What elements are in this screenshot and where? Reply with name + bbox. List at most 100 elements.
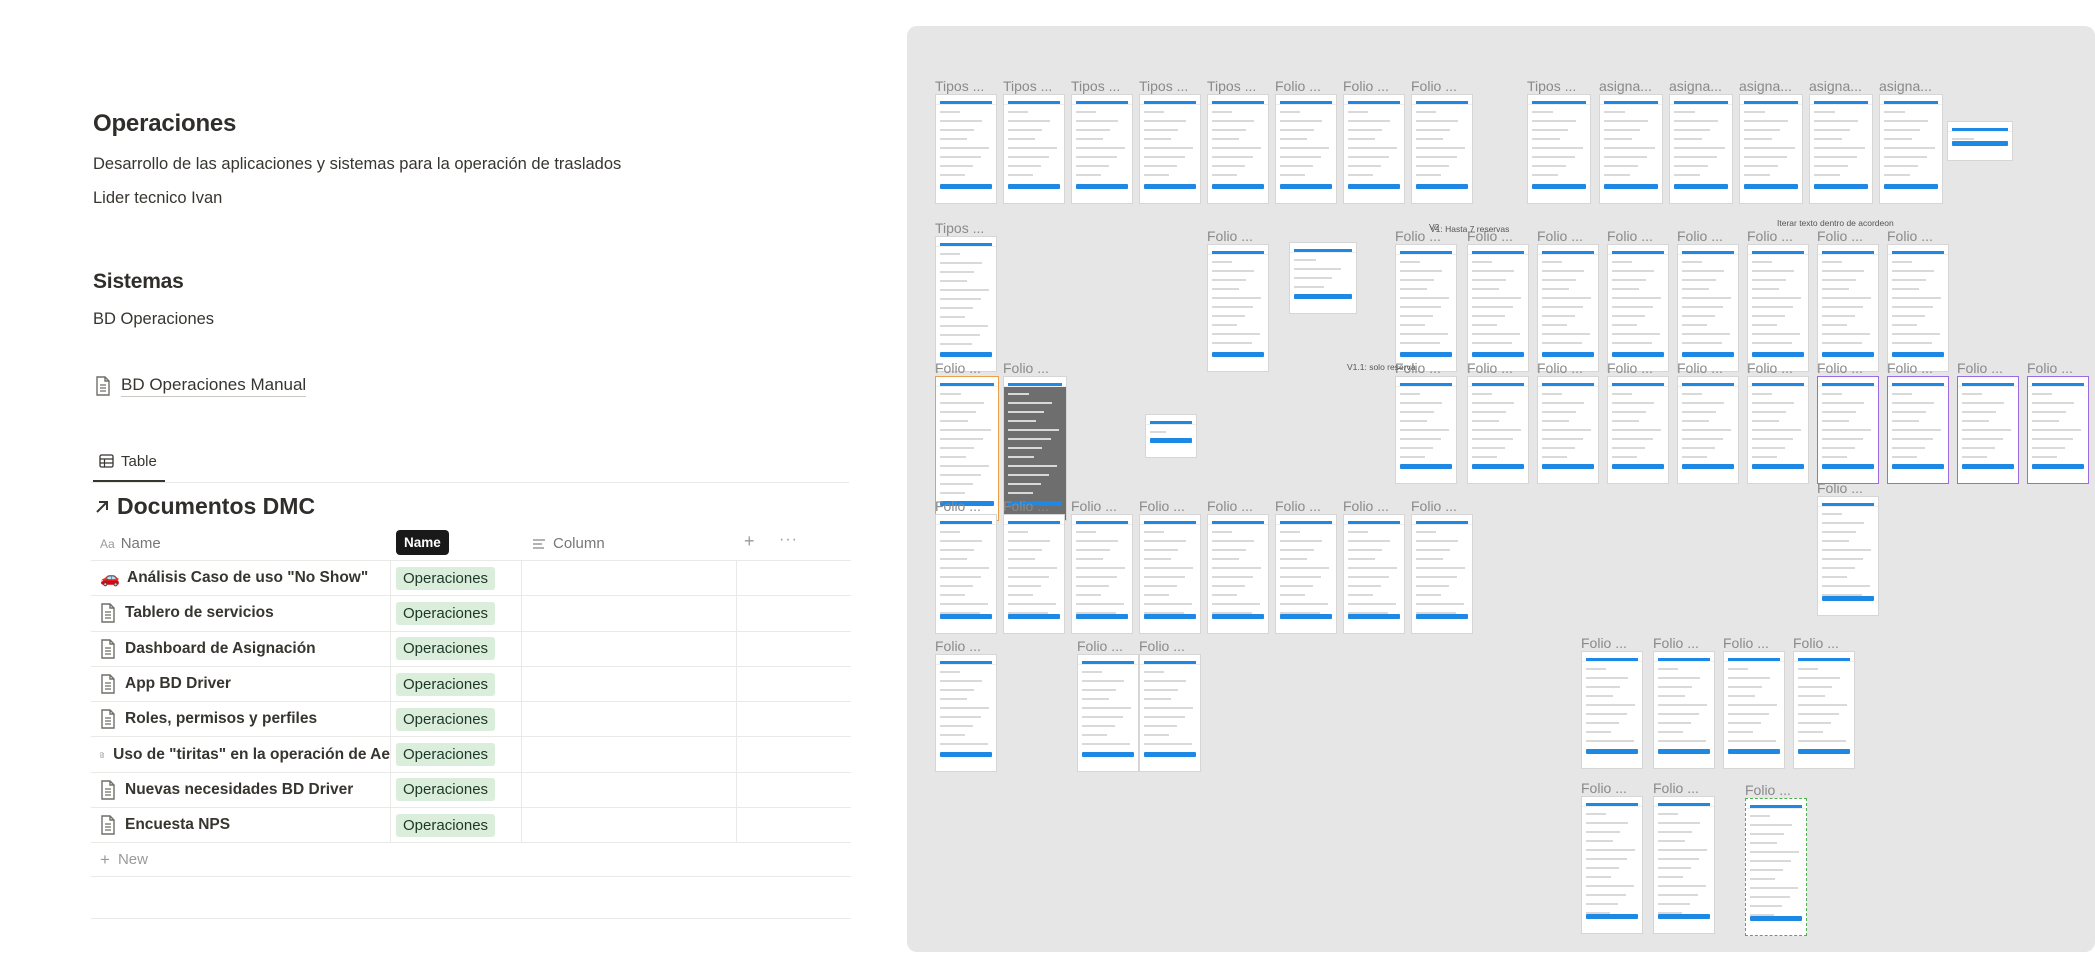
canvas-frame[interactable]: Folio ... (1343, 78, 1405, 204)
canvas-frame[interactable]: Folio ... (935, 638, 997, 772)
row-name-cell[interactable]: App BD Driver (100, 666, 391, 702)
canvas-frame[interactable] (1947, 121, 2013, 161)
canvas-frame[interactable]: Folio ... (1467, 228, 1529, 372)
screen-thumbnail (1537, 244, 1599, 372)
row-name-cell[interactable]: Dashboard de Asignación (100, 631, 391, 666)
canvas-frame[interactable]: Tipos ... (935, 78, 997, 204)
row-tag-cell[interactable]: Operaciones (396, 773, 496, 807)
row-name-cell[interactable]: Uso de "tiritas" en la operación de Ae (100, 737, 391, 772)
caption-v1-hasta: V1: Hasta 7 reservas (1430, 224, 1510, 234)
canvas-frame[interactable]: Folio ... (1581, 780, 1643, 934)
canvas-frame[interactable]: Folio ... (935, 498, 997, 634)
row-tag-cell[interactable]: Operaciones (396, 632, 496, 666)
canvas-frame[interactable]: Folio ... (1607, 228, 1669, 372)
canvas-frame[interactable]: Folio ... (1537, 228, 1599, 372)
canvas-frame[interactable]: asigna... (1669, 78, 1733, 204)
table-row[interactable]: Tablero de servicios Operaciones (91, 596, 851, 632)
manual-page-link[interactable]: BD Operaciones Manual (95, 375, 307, 397)
canvas-frame[interactable]: Folio ... (2027, 360, 2089, 484)
canvas-frame[interactable]: Folio ... (1723, 635, 1785, 769)
canvas-frame[interactable]: Folio ... (1887, 360, 1949, 484)
table-row[interactable]: App BD Driver Operaciones (91, 666, 851, 703)
figma-embed-canvas[interactable]: Tipos ... Tipos ... Tipos ... Tipos ... Tipo… (907, 26, 2095, 952)
row-name-cell[interactable]: Encuesta NPS (100, 808, 391, 843)
canvas-frame[interactable]: Folio ... (1745, 782, 1807, 936)
canvas-frame[interactable]: Folio ... (1653, 635, 1715, 769)
canvas-frame[interactable]: asigna... (1739, 78, 1803, 204)
canvas-frame[interactable]: Folio ... (1817, 228, 1879, 372)
new-row-button[interactable]: + New (91, 843, 851, 878)
canvas-frame[interactable]: Folio ... (1411, 498, 1473, 634)
row-tag-cell[interactable]: Operaciones (396, 596, 496, 630)
canvas-frame[interactable]: Folio ... (1071, 498, 1133, 634)
canvas-frame[interactable]: Tipos ... (1527, 78, 1591, 204)
canvas-frame[interactable]: Folio ... (1003, 498, 1065, 634)
canvas-frame[interactable]: Folio ... (1467, 360, 1529, 484)
canvas-frame[interactable]: Folio ... (1677, 360, 1739, 484)
canvas-frame[interactable]: Folio ... (1395, 228, 1457, 372)
canvas-frame[interactable]: Folio ... (1747, 360, 1809, 484)
screen-thumbnail (1747, 244, 1809, 372)
canvas-frame[interactable]: Folio ... (1887, 228, 1949, 372)
canvas-frame[interactable]: Folio ... (1817, 480, 1879, 616)
more-options-icon[interactable]: ··· (779, 531, 798, 549)
row-tag-cell[interactable]: Operaciones (396, 737, 496, 771)
canvas-frame[interactable] (1145, 414, 1197, 458)
screen-thumbnail (1207, 94, 1269, 204)
screen-thumbnail (1817, 496, 1879, 616)
canvas-frame[interactable]: Tipos ... (1207, 78, 1269, 204)
canvas-frame[interactable]: Folio ... (1581, 635, 1643, 769)
canvas-frame[interactable]: Folio ... (1139, 638, 1201, 772)
screen-thumbnail (1411, 514, 1473, 634)
canvas-frame[interactable]: Folio ... (1395, 360, 1457, 484)
row-name-cell[interactable]: Nuevas necesidades BD Driver (100, 772, 391, 808)
canvas-frame[interactable]: Tipos ... (1003, 78, 1065, 204)
row-name-cell[interactable]: Roles, permisos y perfiles (100, 702, 391, 737)
canvas-frame[interactable]: Folio ... (1607, 360, 1669, 484)
row-name-label: Encuesta NPS (125, 816, 231, 834)
canvas-frame[interactable]: asigna... (1809, 78, 1873, 204)
canvas-frame[interactable]: Folio ... (1957, 360, 2019, 484)
canvas-frame[interactable]: Tipos ... (1139, 78, 1201, 204)
canvas-frame[interactable]: Folio ... (1537, 360, 1599, 484)
row-tag-cell[interactable]: Operaciones (396, 667, 496, 701)
canvas-frame[interactable]: Folio ... (1275, 78, 1337, 204)
row-tag-cell[interactable]: Operaciones (396, 561, 496, 595)
canvas-frame[interactable]: Folio ... (1275, 498, 1337, 634)
tab-table-view[interactable]: Table (93, 448, 165, 482)
row-tag-cell[interactable]: Operaciones (396, 702, 496, 736)
canvas-frame[interactable]: Folio ... (1677, 228, 1739, 372)
canvas-frame[interactable]: Folio ... (1139, 498, 1201, 634)
canvas-frame[interactable]: Tipos ... (935, 220, 997, 372)
table-row[interactable]: Encuesta NPS Operaciones (91, 808, 851, 844)
row-name-cell[interactable]: 🚗 Análisis Caso de uso "No Show" (100, 561, 391, 596)
frame-label: Folio ... (1537, 360, 1583, 376)
table-row[interactable]: 🚗 Análisis Caso de uso "No Show" Operacion… (91, 561, 851, 597)
canvas-frame[interactable] (1289, 242, 1357, 314)
row-name-cell[interactable]: Tablero de servicios (100, 596, 391, 631)
canvas-frame[interactable]: Folio ... (1653, 780, 1715, 934)
table-row[interactable]: Dashboard de Asignación Operaciones (91, 631, 851, 667)
column-divider (736, 666, 737, 702)
canvas-frame[interactable]: Folio ... (1077, 638, 1139, 772)
canvas-frame[interactable]: Tipos ... (1071, 78, 1133, 204)
canvas-frame[interactable]: Folio ... (1343, 498, 1405, 634)
table-row[interactable]: Uso de "tiritas" en la operación de Ae Op… (91, 737, 851, 773)
table-row[interactable]: Roles, permisos y perfiles Operaciones (91, 702, 851, 738)
canvas-frame[interactable]: asigna... (1599, 78, 1663, 204)
column-header-name[interactable]: Aa Name (100, 535, 161, 552)
canvas-frame[interactable]: Folio ... (1817, 360, 1879, 484)
database-title[interactable]: Documentos DMC (93, 493, 315, 520)
canvas-frame[interactable]: Folio ... (1411, 78, 1473, 204)
add-property-icon[interactable]: + (744, 531, 755, 552)
frame-label: Folio ... (1887, 360, 1933, 376)
canvas-frame[interactable]: Folio ... (1207, 498, 1269, 634)
canvas-frame[interactable]: Folio ... (1747, 228, 1809, 372)
canvas-frame[interactable]: asigna... (1879, 78, 1943, 204)
canvas-frame[interactable]: Folio ... (1793, 635, 1855, 769)
canvas-frame[interactable]: Folio ... (1207, 228, 1269, 372)
screen-thumbnail (1275, 514, 1337, 634)
column-header-column[interactable]: Column (532, 535, 605, 552)
row-tag-cell[interactable]: Operaciones (396, 808, 496, 842)
table-row[interactable]: Nuevas necesidades BD Driver Operaciones (91, 772, 851, 809)
